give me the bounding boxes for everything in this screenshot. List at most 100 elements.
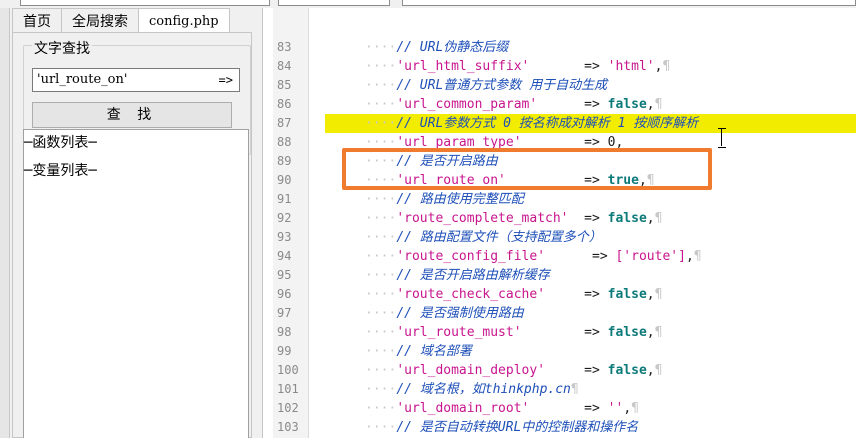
code-text: ····'url_html_suffix' => 'html',¶ bbox=[365, 57, 670, 76]
code-text: ····// 域名根，如thinkphp.cn¶ bbox=[365, 380, 579, 399]
pilcrow-icon: ¶ bbox=[654, 363, 663, 378]
search-button[interactable]: 查 找 bbox=[32, 102, 232, 128]
key-padding bbox=[569, 211, 585, 226]
arrow-operator: => bbox=[584, 59, 608, 74]
tab-home[interactable]: 首页 bbox=[12, 8, 62, 32]
code-comment: // URL普通方式参数 用于自动生成 bbox=[396, 78, 608, 93]
indent-dots: ···· bbox=[365, 382, 397, 397]
pilcrow-icon: ¶ bbox=[693, 249, 702, 264]
key-padding bbox=[529, 401, 584, 416]
code-line: ····// 是否自动转换URL中的控制器和操作名 bbox=[273, 418, 856, 437]
code-line: ····'route_config_file' => ['route'],¶ bbox=[273, 247, 856, 266]
toolbar-field-1[interactable] bbox=[20, 0, 270, 6]
code-line: ····// 路由使用完整匹配 bbox=[273, 190, 856, 209]
search-input-value: 'url_route_on' bbox=[37, 72, 128, 87]
line-number-text: 87 bbox=[277, 116, 292, 130]
key-padding bbox=[522, 325, 585, 340]
config-value: '' bbox=[607, 401, 624, 416]
code-line: ····'route_complete_match' => false,¶ bbox=[273, 209, 856, 228]
ibeam-cursor-icon bbox=[718, 128, 726, 148]
code-text: ····'url_route_must' => false,¶ bbox=[365, 323, 662, 342]
indent-dots: ···· bbox=[365, 192, 397, 207]
indent-dots: ···· bbox=[365, 249, 397, 264]
config-key: 'route_check_cache' bbox=[396, 287, 546, 302]
comma: , bbox=[623, 401, 632, 416]
code-line: ····// URL普通方式参数 用于自动生成 bbox=[273, 76, 856, 95]
variable-list-header[interactable]: ─变量列表─ bbox=[24, 160, 97, 180]
code-comment: // 域名根，如thinkphp.cn bbox=[396, 382, 571, 397]
search-input[interactable]: 'url_route_on' => bbox=[32, 68, 240, 92]
pilcrow-icon: ¶ bbox=[631, 401, 639, 416]
code-text: ····// URL参数方式 0 按名称成对解析 1 按顺序解析 bbox=[365, 114, 698, 133]
config-key: 'url_route_must' bbox=[396, 325, 522, 340]
code-line: ····'url_route_must' => false,¶ bbox=[273, 323, 856, 342]
code-comment: // 域名部署 bbox=[396, 344, 472, 359]
code-text: ····// 是否自动转换URL中的控制器和操作名 bbox=[365, 418, 638, 437]
indent-dots: ···· bbox=[365, 97, 397, 112]
code-line: ····'url_domain_root' => '',¶ bbox=[273, 399, 856, 418]
code-line: ····// 是否开启路由解析缓存 bbox=[273, 266, 856, 285]
arrow-operator: => bbox=[584, 287, 608, 302]
config-value: false bbox=[607, 325, 647, 340]
indent-dots: ···· bbox=[365, 230, 397, 245]
code-text: ····// 路由使用完整匹配 bbox=[365, 190, 524, 209]
code-line: ····'url_domain_deploy' => false,¶ bbox=[273, 361, 856, 380]
tab-bar: 首页 全局搜索 config.php bbox=[12, 8, 230, 34]
indent-dots: ···· bbox=[365, 59, 397, 74]
search-input-arrow: => bbox=[218, 73, 233, 87]
code-comment: // 是否自动转换URL中的控制器和操作名 bbox=[396, 420, 639, 435]
comma: , bbox=[685, 249, 694, 264]
code-text: ····'url_domain_root' => '',¶ bbox=[365, 399, 639, 418]
pilcrow-icon: ¶ bbox=[654, 211, 663, 226]
indent-dots: ···· bbox=[365, 325, 397, 340]
config-value: ['route'] bbox=[615, 249, 686, 264]
function-list-header[interactable]: ─函数列表─ bbox=[24, 132, 97, 152]
text-search-title: 文字查找 bbox=[32, 38, 92, 58]
config-value: false bbox=[607, 97, 647, 112]
pilcrow-icon: ¶ bbox=[570, 382, 579, 397]
indent-dots: ···· bbox=[365, 344, 397, 359]
code-editor[interactable]: 83 ····// URL伪静态后缀 84 ····'url_html_suffix'… bbox=[262, 8, 856, 438]
config-value: 'html' bbox=[607, 59, 655, 74]
indent-dots: ···· bbox=[365, 287, 397, 302]
code-line: ····// URL伪静态后缀 bbox=[273, 38, 856, 57]
indent-dots: ···· bbox=[365, 268, 397, 283]
pilcrow-icon: ¶ bbox=[654, 287, 663, 302]
tab-config-php[interactable]: config.php bbox=[138, 8, 230, 34]
symbol-list[interactable]: ─函数列表─ ─变量列表─ bbox=[23, 129, 249, 438]
arrow-operator: => bbox=[584, 325, 608, 340]
code-line: ····// 域名根，如thinkphp.cn¶ bbox=[273, 380, 856, 399]
toolbar-field-3[interactable] bbox=[402, 0, 856, 6]
code-line: ····'route_check_cache' => false,¶ bbox=[273, 285, 856, 304]
arrow-operator: => bbox=[584, 211, 608, 226]
code-text: ····'route_config_file' => ['route'],¶ bbox=[365, 247, 702, 266]
code-comment: // URL参数方式 0 按名称成对解析 1 按顺序解析 bbox=[396, 116, 699, 131]
indent-dots: ···· bbox=[365, 116, 397, 131]
indent-dots: ···· bbox=[365, 78, 397, 93]
config-key: 'url_domain_root' bbox=[396, 401, 530, 416]
config-key: 'route_config_file' bbox=[396, 249, 546, 264]
pilcrow-icon: ¶ bbox=[654, 325, 663, 340]
key-padding bbox=[545, 287, 584, 302]
indent-dots: ···· bbox=[365, 363, 397, 378]
toolbar-field-2[interactable] bbox=[278, 0, 390, 6]
code-text: ····// 是否开启路由解析缓存 bbox=[365, 266, 550, 285]
top-toolbar-strip bbox=[0, 0, 856, 8]
comma: , bbox=[646, 287, 655, 302]
indent-dots: ···· bbox=[365, 211, 397, 226]
comma: , bbox=[646, 97, 655, 112]
code-text: ····'url_common_param' => false,¶ bbox=[365, 95, 662, 114]
tab-global-search[interactable]: 全局搜索 bbox=[61, 8, 139, 32]
indent-dots: ···· bbox=[365, 306, 397, 321]
indent-dots: ···· bbox=[365, 40, 397, 55]
arrow-operator: => bbox=[584, 401, 608, 416]
code-line: ····'url_common_param' => false,¶ bbox=[273, 95, 856, 114]
code-line: ····'url_html_suffix' => 'html',¶ bbox=[273, 57, 856, 76]
comma: , bbox=[646, 325, 655, 340]
config-key: 'url_domain_deploy' bbox=[396, 363, 546, 378]
key-padding bbox=[529, 59, 584, 74]
code-text: ····'url_domain_deploy' => false,¶ bbox=[365, 361, 662, 380]
key-padding bbox=[545, 363, 584, 378]
config-key: 'url_html_suffix' bbox=[396, 59, 530, 74]
code-line: ····// 域名部署 bbox=[273, 342, 856, 361]
